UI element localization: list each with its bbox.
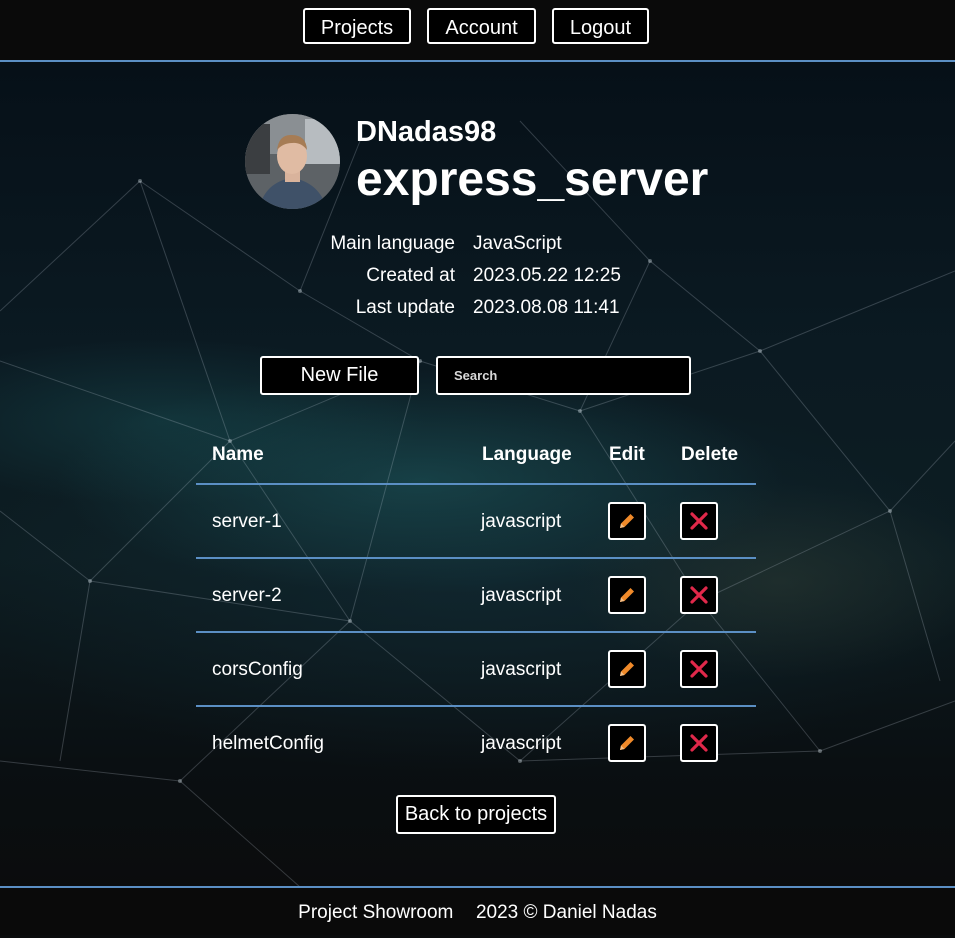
created-at-label: Created at	[366, 265, 455, 286]
footer-brand: Project Showroom	[298, 902, 454, 923]
footer: Project Showroom 2023 © Daniel Nadas	[0, 886, 955, 935]
column-header-language: Language	[482, 444, 572, 465]
column-header-name: Name	[212, 444, 264, 465]
table-divider	[196, 483, 756, 485]
file-name: server-1	[212, 511, 282, 532]
delete-button[interactable]	[680, 724, 718, 762]
page-title: express_server	[356, 153, 709, 206]
close-icon	[690, 586, 708, 604]
table-divider	[196, 557, 756, 559]
nav-logout-button[interactable]: Logout	[552, 8, 649, 44]
column-header-delete: Delete	[681, 444, 739, 465]
delete-button[interactable]	[680, 502, 718, 540]
avatar	[245, 114, 340, 209]
search-field	[436, 356, 691, 395]
table-divider	[196, 705, 756, 707]
main-language-label: Main language	[330, 233, 455, 254]
main-language-value: JavaScript	[473, 233, 562, 254]
file-language: javascript	[481, 585, 562, 606]
pencil-icon	[620, 736, 634, 750]
last-update-value: 2023.08.08 11:41	[473, 297, 620, 318]
pencil-icon	[620, 662, 634, 676]
file-language: javascript	[481, 659, 562, 680]
close-icon	[690, 660, 708, 678]
file-language: javascript	[481, 511, 562, 532]
file-language: javascript	[481, 733, 562, 754]
edit-button[interactable]	[608, 650, 646, 688]
nav-projects-button[interactable]: Projects	[303, 8, 411, 44]
column-header-edit: Edit	[609, 444, 645, 465]
footer-copyright: 2023 © Daniel Nadas	[475, 902, 657, 923]
edit-button[interactable]	[608, 502, 646, 540]
top-navbar: Projects Account Logout	[0, 0, 955, 62]
close-icon	[690, 734, 708, 752]
delete-button[interactable]	[680, 650, 718, 688]
nav-account-button[interactable]: Account	[427, 8, 536, 44]
edit-button[interactable]	[608, 724, 646, 762]
search-input[interactable]	[438, 358, 689, 393]
file-name: helmetConfig	[212, 733, 324, 754]
created-at-value: 2023.05.22 12:25	[473, 265, 621, 286]
last-update-label: Last update	[355, 297, 455, 318]
username: DNadas98	[356, 116, 497, 148]
delete-button[interactable]	[680, 576, 718, 614]
pencil-icon	[620, 588, 634, 602]
back-to-projects-button[interactable]: Back to projects	[396, 795, 556, 834]
file-name: server-2	[212, 585, 282, 606]
pencil-icon	[620, 514, 634, 528]
close-icon	[690, 512, 708, 530]
file-name: corsConfig	[212, 659, 303, 680]
edit-button[interactable]	[608, 576, 646, 614]
table-divider	[196, 631, 756, 633]
new-file-button[interactable]: New File	[260, 356, 419, 395]
